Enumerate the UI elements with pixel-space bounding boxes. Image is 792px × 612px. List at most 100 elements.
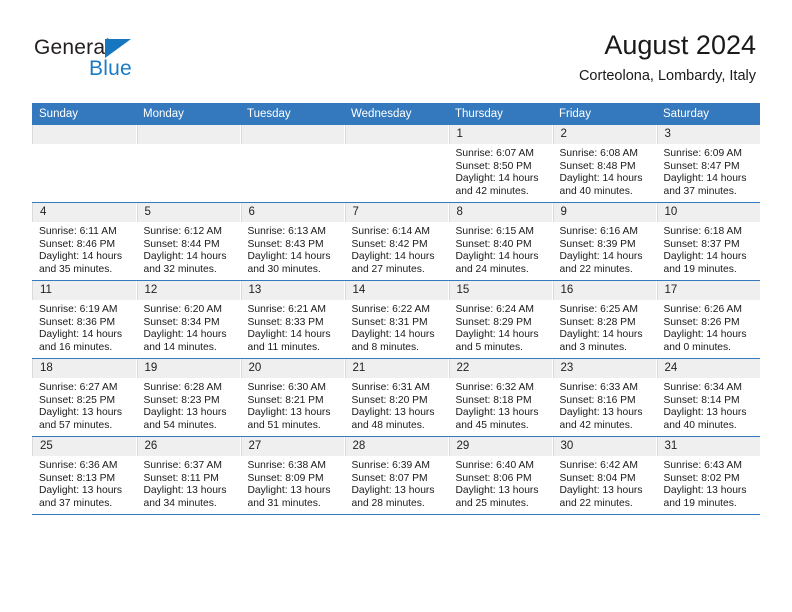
day-number: 25: [32, 437, 135, 456]
calendar-cell-day[interactable]: 19 Sunrise: 6:28 AM Sunset: 8:23 PM Dayligh…: [136, 358, 241, 437]
day-details: Sunrise: 6:40 AM Sunset: 8:06 PM Daylight:…: [449, 456, 552, 510]
sunset-text: Sunset: 8:42 PM: [351, 238, 428, 250]
day-number: 3: [656, 125, 760, 144]
page-subtitle: Corteolona, Lombardy, Italy: [578, 68, 756, 84]
daylight-text-line1: Daylight: 13 hours: [39, 485, 122, 497]
sunset-text: Sunset: 8:48 PM: [559, 160, 636, 172]
day-details: Sunrise: 6:24 AM Sunset: 8:29 PM Daylight:…: [449, 300, 552, 354]
sunrise-text: Sunrise: 6:30 AM: [247, 382, 326, 393]
calendar-cell-day[interactable]: 1 Sunrise: 6:07 AM Sunset: 8:50 PM Daylight…: [448, 125, 553, 203]
calendar-cell-day[interactable]: 2 Sunrise: 6:08 AM Sunset: 8:48 PM Daylight…: [552, 125, 657, 203]
day-details: Sunrise: 6:14 AM Sunset: 8:42 PM Daylight:…: [345, 222, 448, 276]
calendar-cell-empty: [32, 125, 137, 203]
weekday-header-tuesday: Tuesday: [240, 103, 344, 125]
day-number: 16: [552, 281, 655, 300]
weekday-header-row: Sunday Monday Tuesday Wednesday Thursday…: [32, 103, 760, 125]
daylight-text-line1: Daylight: 14 hours: [663, 329, 747, 341]
day-number: 5: [136, 203, 239, 222]
daylight-text-line2: and 48 minutes.: [351, 419, 425, 431]
calendar-cell-day[interactable]: 26 Sunrise: 6:37 AM Sunset: 8:11 PM Dayligh…: [136, 436, 241, 515]
calendar-cell-day[interactable]: 6 Sunrise: 6:13 AM Sunset: 8:43 PM Daylight…: [240, 202, 345, 281]
general-blue-logo[interactable]: General Blue: [34, 36, 214, 88]
day-number: 28: [344, 437, 447, 456]
daylight-text-line2: and 3 minutes.: [559, 341, 628, 353]
calendar-cell-empty: [240, 125, 345, 203]
daylight-text-line2: and 54 minutes.: [143, 419, 217, 431]
day-number: 17: [656, 281, 760, 300]
sunset-text: Sunset: 8:26 PM: [663, 316, 740, 328]
calendar-cell-day[interactable]: 11 Sunrise: 6:19 AM Sunset: 8:36 PM Dayligh…: [32, 280, 137, 359]
calendar-cell-day[interactable]: 29 Sunrise: 6:40 AM Sunset: 8:06 PM Dayligh…: [448, 436, 553, 515]
calendar-cell-day[interactable]: 15 Sunrise: 6:24 AM Sunset: 8:29 PM Dayligh…: [448, 280, 553, 359]
calendar-cell-day[interactable]: 21 Sunrise: 6:31 AM Sunset: 8:20 PM Dayligh…: [344, 358, 449, 437]
calendar-cell-day[interactable]: 16 Sunrise: 6:25 AM Sunset: 8:28 PM Dayligh…: [552, 280, 657, 359]
calendar-cell-day[interactable]: 5 Sunrise: 6:12 AM Sunset: 8:44 PM Daylight…: [136, 202, 241, 281]
calendar-cell-day[interactable]: 30 Sunrise: 6:42 AM Sunset: 8:04 PM Dayligh…: [552, 436, 657, 515]
calendar-cell-day[interactable]: 7 Sunrise: 6:14 AM Sunset: 8:42 PM Daylight…: [344, 202, 449, 281]
calendar-cell-day[interactable]: 28 Sunrise: 6:39 AM Sunset: 8:07 PM Dayligh…: [344, 436, 449, 515]
calendar-cell-day[interactable]: 25 Sunrise: 6:36 AM Sunset: 8:13 PM Dayligh…: [32, 436, 137, 515]
daylight-text-line1: Daylight: 13 hours: [559, 485, 643, 497]
day-number: 20: [240, 359, 343, 378]
calendar-cell-day[interactable]: 12 Sunrise: 6:20 AM Sunset: 8:34 PM Dayligh…: [136, 280, 241, 359]
calendar-cell-day[interactable]: 22 Sunrise: 6:32 AM Sunset: 8:18 PM Dayligh…: [448, 358, 553, 437]
daylight-text-line2: and 27 minutes.: [351, 263, 425, 275]
sunset-text: Sunset: 8:16 PM: [559, 394, 636, 406]
daylight-text-line1: Daylight: 14 hours: [455, 329, 539, 341]
day-details: Sunrise: 6:12 AM Sunset: 8:44 PM Daylight:…: [137, 222, 240, 276]
weekday-header-monday: Monday: [136, 103, 240, 125]
calendar-cell-day[interactable]: 23 Sunrise: 6:33 AM Sunset: 8:16 PM Dayligh…: [552, 358, 657, 437]
calendar-cell-day[interactable]: 10 Sunrise: 6:18 AM Sunset: 8:37 PM Dayligh…: [656, 202, 761, 281]
day-details: Sunrise: 6:15 AM Sunset: 8:40 PM Daylight:…: [449, 222, 552, 276]
page-header: General Blue August 2024 Corteolona, Lom…: [0, 0, 792, 100]
calendar-cell-day[interactable]: 20 Sunrise: 6:30 AM Sunset: 8:21 PM Dayligh…: [240, 358, 345, 437]
weekday-header-saturday: Saturday: [656, 103, 760, 125]
weekday-header-sunday: Sunday: [32, 103, 136, 125]
calendar-cell-day[interactable]: 18 Sunrise: 6:27 AM Sunset: 8:25 PM Dayligh…: [32, 358, 137, 437]
sunrise-text: Sunrise: 6:39 AM: [351, 460, 430, 471]
sunset-text: Sunset: 8:28 PM: [559, 316, 636, 328]
logo-triangle-icon: [105, 39, 131, 58]
weekday-header-thursday: Thursday: [448, 103, 552, 125]
daylight-text-line1: Daylight: 14 hours: [455, 173, 539, 185]
day-number: 15: [448, 281, 551, 300]
calendar-cell-day[interactable]: 14 Sunrise: 6:22 AM Sunset: 8:31 PM Dayligh…: [344, 280, 449, 359]
daylight-text-line2: and 31 minutes.: [247, 497, 321, 509]
calendar-cell-day[interactable]: 31 Sunrise: 6:43 AM Sunset: 8:02 PM Dayligh…: [656, 436, 760, 515]
calendar-cell-day[interactable]: 8 Sunrise: 6:15 AM Sunset: 8:40 PM Daylight…: [448, 202, 553, 281]
day-details: Sunrise: 6:09 AM Sunset: 8:47 PM Daylight:…: [657, 144, 761, 198]
calendar-cell-day[interactable]: 9 Sunrise: 6:16 AM Sunset: 8:39 PM Daylight…: [552, 202, 657, 281]
sunset-text: Sunset: 8:13 PM: [39, 472, 116, 484]
calendar-cell-day[interactable]: 13 Sunrise: 6:21 AM Sunset: 8:33 PM Dayligh…: [240, 280, 345, 359]
calendar-cell-day[interactable]: 17 Sunrise: 6:26 AM Sunset: 8:26 PM Dayligh…: [656, 280, 760, 359]
daylight-text-line2: and 8 minutes.: [351, 341, 420, 353]
daylight-text-line1: Daylight: 14 hours: [455, 251, 539, 263]
calendar-cell-day[interactable]: 24 Sunrise: 6:34 AM Sunset: 8:14 PM Dayligh…: [656, 358, 760, 437]
daylight-text-line1: Daylight: 14 hours: [663, 173, 747, 185]
calendar-cell-day[interactable]: 27 Sunrise: 6:38 AM Sunset: 8:09 PM Dayligh…: [240, 436, 345, 515]
daylight-text-line2: and 22 minutes.: [559, 497, 633, 509]
daylight-text-line1: Daylight: 14 hours: [247, 251, 331, 263]
day-number: 2: [552, 125, 655, 144]
calendar-cell-day[interactable]: 4 Sunrise: 6:11 AM Sunset: 8:46 PM Daylight…: [32, 202, 137, 281]
daylight-text-line1: Daylight: 13 hours: [663, 407, 747, 419]
daylight-text-line1: Daylight: 14 hours: [559, 173, 643, 185]
day-details: Sunrise: 6:18 AM Sunset: 8:37 PM Daylight:…: [657, 222, 761, 276]
sunset-text: Sunset: 8:34 PM: [143, 316, 220, 328]
daylight-text-line2: and 14 minutes.: [143, 341, 217, 353]
sunset-text: Sunset: 8:36 PM: [39, 316, 116, 328]
daylight-text-line2: and 40 minutes.: [663, 419, 737, 431]
calendar-cell-day[interactable]: 3 Sunrise: 6:09 AM Sunset: 8:47 PM Daylight…: [656, 125, 760, 203]
sunset-text: Sunset: 8:43 PM: [247, 238, 324, 250]
sunset-text: Sunset: 8:46 PM: [39, 238, 116, 250]
day-number: 27: [240, 437, 343, 456]
day-details: Sunrise: 6:20 AM Sunset: 8:34 PM Daylight:…: [137, 300, 240, 354]
sunrise-text: Sunrise: 6:07 AM: [455, 148, 534, 159]
daylight-text-line2: and 42 minutes.: [559, 419, 633, 431]
daylight-text-line2: and 40 minutes.: [559, 185, 633, 197]
sunset-text: Sunset: 8:40 PM: [455, 238, 532, 250]
day-details: Sunrise: 6:28 AM Sunset: 8:23 PM Daylight:…: [137, 378, 240, 432]
day-number: [240, 125, 343, 144]
sunrise-text: Sunrise: 6:21 AM: [247, 304, 326, 315]
day-details: Sunrise: 6:08 AM Sunset: 8:48 PM Daylight:…: [553, 144, 656, 198]
